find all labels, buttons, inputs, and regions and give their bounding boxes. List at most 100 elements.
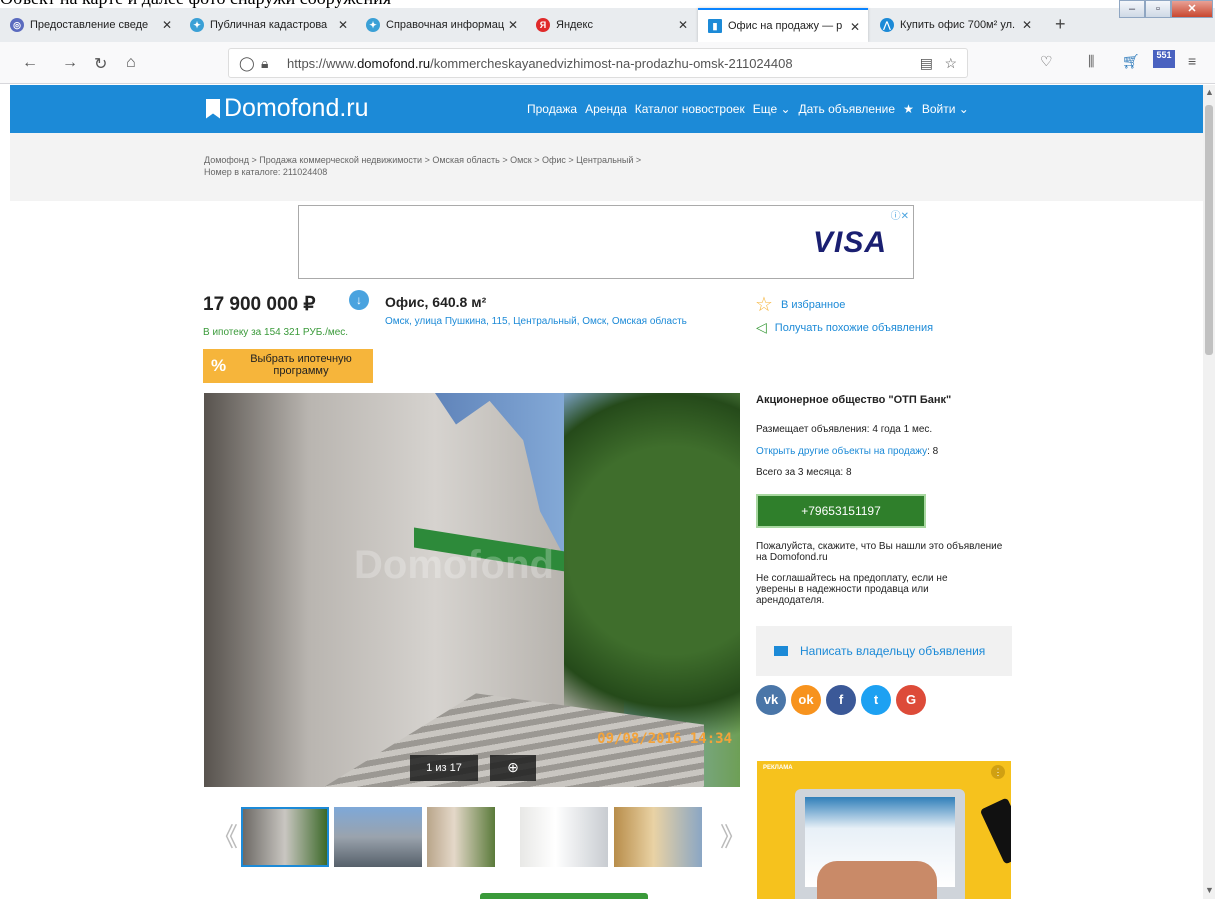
url-domain: domofond.ru bbox=[357, 56, 431, 71]
cadastral-icon: ✦ bbox=[190, 18, 204, 32]
minimize-icon[interactable]: – bbox=[1119, 0, 1145, 18]
vk-icon[interactable]: vk bbox=[756, 685, 786, 715]
close-tab-icon[interactable]: ✕ bbox=[678, 18, 688, 32]
breadcrumb-path[interactable]: Домофонд > Продажа коммерческой недвижим… bbox=[204, 154, 641, 166]
twitter-icon[interactable]: t bbox=[861, 685, 891, 715]
tab-yandex[interactable]: Я Яндекс ✕ bbox=[526, 8, 696, 42]
site-logo[interactable]: Domofond.ru bbox=[206, 94, 369, 123]
catalog-number: Номер в каталоге: 211024408 bbox=[204, 167, 328, 177]
scroll-down-icon[interactable]: ▼ bbox=[1205, 885, 1214, 895]
zoom-icon[interactable]: ⊕ bbox=[490, 755, 536, 781]
forward-icon[interactable]: → bbox=[62, 54, 78, 72]
shield-icon[interactable]: ◯ bbox=[239, 55, 255, 72]
show-more-button[interactable] bbox=[480, 893, 648, 899]
back-icon[interactable]: ← bbox=[22, 54, 38, 72]
ad-menu-icon[interactable]: ⋮ bbox=[991, 765, 1005, 779]
rosreestr-icon: ◎ bbox=[10, 18, 24, 32]
scroll-up-icon[interactable]: ▲ bbox=[1205, 87, 1214, 97]
nav-sale[interactable]: Продажа bbox=[527, 102, 577, 116]
mortgage-button-label: Выбрать ипотечную программу bbox=[250, 353, 352, 377]
mortgage-program-button[interactable]: % Выбрать ипотечную программу bbox=[203, 349, 373, 383]
write-owner-button[interactable]: Написать владельцу объявления bbox=[756, 626, 1012, 676]
favorites-star-icon[interactable]: ★ bbox=[903, 102, 914, 116]
listing-address[interactable]: Омск, улица Пушкина, 115, Центральный, О… bbox=[385, 315, 705, 328]
odnoklassniki-icon[interactable]: ok bbox=[791, 685, 821, 715]
mortgage-payment[interactable]: В ипотеку за 154 321 РУБ./мес. bbox=[203, 327, 348, 338]
close-tab-icon[interactable]: ✕ bbox=[338, 18, 348, 32]
star-outline-icon: ☆ bbox=[755, 294, 773, 316]
logo-flag-icon bbox=[206, 98, 220, 119]
hands-illustration bbox=[817, 861, 937, 899]
favorites-label: В избранное bbox=[780, 298, 846, 311]
nav-more[interactable]: Еще ⌄ bbox=[753, 102, 791, 116]
close-tab-icon[interactable]: ✕ bbox=[850, 20, 860, 34]
phone-button[interactable]: +79653151197 bbox=[756, 494, 926, 528]
cadastral-icon: ✦ bbox=[366, 18, 380, 32]
other-listings-link[interactable]: Открыть другие объекты на продажу bbox=[756, 446, 927, 457]
reader-view-icon[interactable]: ▤ bbox=[920, 55, 933, 72]
page-scrollbar[interactable]: ▲ ▼ bbox=[1203, 85, 1215, 899]
tab-label: Купить офис 700м² ул. bbox=[900, 19, 1016, 31]
thumbnail[interactable] bbox=[334, 807, 422, 867]
cart-icon[interactable]: 🛒︎ bbox=[1122, 53, 1140, 70]
top-navigation: Продажа Аренда Каталог новостроек Еще ⌄ … bbox=[527, 102, 969, 116]
tab-reference[interactable]: ✦ Справочная информац ✕ bbox=[356, 8, 526, 42]
similar-label: Получать похожие объявления bbox=[774, 321, 934, 334]
main-photo[interactable]: Domofond 09/08/2016 14:34 1 из 17 ⊕ bbox=[204, 393, 740, 787]
subscribe-similar[interactable]: ◁ Получать похожие объявления bbox=[756, 319, 933, 336]
thumbnail[interactable] bbox=[520, 807, 608, 867]
lock-icon[interactable]: 🔒︎ bbox=[261, 55, 268, 72]
breadcrumb-area: Домофонд > Продажа коммерческой недвижим… bbox=[10, 133, 1203, 201]
google-icon[interactable]: G bbox=[896, 685, 926, 715]
tab-buy-office[interactable]: ⋀ Купить офис 700м² ул. ✕ bbox=[870, 8, 1040, 42]
photo-counter: 1 из 17 bbox=[410, 755, 478, 781]
tab-label: Справочная информац bbox=[386, 19, 505, 31]
close-tab-icon[interactable]: ✕ bbox=[162, 18, 172, 32]
url-text[interactable]: https://www.domofond.ru/kommercheskayane… bbox=[287, 56, 793, 71]
menu-icon[interactable]: ≡ bbox=[1188, 53, 1196, 69]
side-ad[interactable]: РЕКЛАМА ⋮ bbox=[757, 761, 1011, 899]
address-bar[interactable]: ◯ 🔒︎ https://www.domofond.ru/kommerchesk… bbox=[228, 48, 968, 78]
other-listings-count: : 8 bbox=[927, 446, 939, 457]
tab-office-sale[interactable]: ▮ Офис на продажу — р ✕ bbox=[698, 8, 868, 42]
price-history-icon[interactable]: ↓ bbox=[349, 290, 369, 310]
tab-label: Предоставление сведе bbox=[30, 19, 149, 31]
envelope-icon bbox=[774, 646, 788, 656]
ad-label: РЕКЛАМА bbox=[763, 765, 793, 771]
nav-rent[interactable]: Аренда bbox=[585, 102, 627, 116]
thumbnails-prev-icon[interactable]: 《 bbox=[212, 817, 238, 854]
extension-badge[interactable]: 551 bbox=[1153, 50, 1175, 68]
avito-icon: ⋀ bbox=[880, 18, 894, 32]
library-icon[interactable]: ⫼ bbox=[1088, 53, 1094, 70]
add-to-favorites[interactable]: ☆ В избранное bbox=[755, 292, 845, 317]
nav-post-ad[interactable]: Дать объявление bbox=[799, 102, 896, 116]
close-window-icon[interactable]: ✕ bbox=[1171, 0, 1213, 18]
url-prefix: https://www. bbox=[287, 56, 358, 71]
prepayment-warning: Не соглашайтесь на предоплату, если не у… bbox=[756, 573, 948, 606]
price: 17 900 000 ₽ bbox=[203, 294, 316, 315]
thumbnail[interactable] bbox=[241, 807, 329, 867]
tab-label: Яндекс bbox=[556, 19, 593, 31]
facebook-icon[interactable]: f bbox=[826, 685, 856, 715]
thumbnail[interactable] bbox=[614, 807, 702, 867]
nav-new-buildings[interactable]: Каталог новостроек bbox=[635, 102, 745, 116]
close-tab-icon[interactable]: ✕ bbox=[1022, 18, 1032, 32]
home-icon[interactable]: ⌂ bbox=[126, 54, 136, 72]
adchoices-icon[interactable]: ⓘ✕ bbox=[891, 207, 909, 222]
pocket-icon[interactable]: ♡ bbox=[1040, 53, 1053, 70]
ad-banner[interactable]: ⓘ✕ VISA bbox=[298, 205, 914, 279]
new-tab-icon[interactable]: + bbox=[1055, 14, 1066, 35]
scrollbar-thumb[interactable] bbox=[1205, 105, 1213, 355]
tab-rosreestr[interactable]: ◎ Предоставление сведе ✕ bbox=[0, 8, 180, 42]
reload-icon[interactable]: ↻ bbox=[94, 54, 107, 74]
close-tab-icon[interactable]: ✕ bbox=[508, 18, 518, 32]
tab-cadastral-map[interactable]: ✦ Публичная кадастрова ✕ bbox=[180, 8, 356, 42]
thumbnails-next-icon[interactable]: 》 bbox=[720, 817, 746, 854]
thumbnail[interactable] bbox=[427, 807, 495, 867]
tab-strip: ◎ Предоставление сведе ✕ ✦ Публичная кад… bbox=[0, 0, 1215, 42]
phone-illustration bbox=[979, 797, 1011, 865]
maximize-icon[interactable]: ▫ bbox=[1145, 0, 1171, 18]
bookmark-star-icon[interactable]: ☆ bbox=[944, 55, 957, 72]
nav-login[interactable]: Войти ⌄ bbox=[922, 102, 969, 116]
visa-logo: VISA bbox=[812, 226, 887, 259]
